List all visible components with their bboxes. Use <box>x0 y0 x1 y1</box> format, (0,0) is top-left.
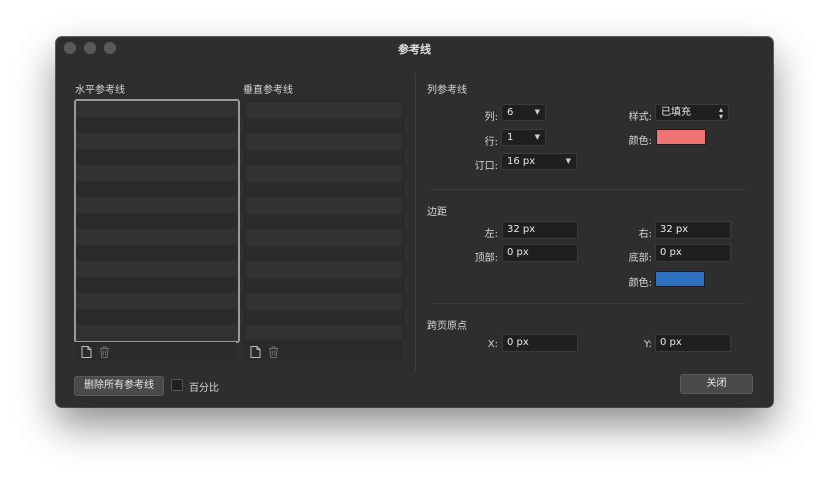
column-color-swatch[interactable] <box>656 129 706 145</box>
gutter-select[interactable]: 16 px ▼ <box>501 153 577 170</box>
chevron-down-icon: ▼ <box>534 108 540 116</box>
title-bar: 参考线 <box>56 37 773 59</box>
chevron-down-icon: ▼ <box>565 157 571 165</box>
gutter-label: 订口: <box>474 161 498 172</box>
spread-origin-section-label: 跨页原点 <box>427 321 467 332</box>
list-row <box>76 213 238 229</box>
list-row <box>76 165 238 181</box>
list-row <box>245 166 403 182</box>
list-row <box>245 182 403 198</box>
bottom-margin-field[interactable]: 0 px <box>655 244 731 262</box>
window-title: 参考线 <box>398 43 431 56</box>
percent-checkbox[interactable] <box>171 379 183 391</box>
list-row <box>76 181 238 197</box>
updown-chevron-icon: ▴ ▾ <box>718 105 723 121</box>
origin-x-label: X: <box>487 339 498 350</box>
origin-y-field[interactable]: 0 px <box>655 334 731 352</box>
right-margin-label: 右: <box>638 229 652 240</box>
list-row <box>245 262 403 278</box>
list-row <box>76 261 238 277</box>
list-row <box>76 229 238 245</box>
delete-all-guides-button[interactable]: 删除所有参考线 <box>74 376 164 396</box>
list-row <box>76 117 238 133</box>
list-row <box>245 310 403 326</box>
list-row <box>76 133 238 149</box>
vertical-guides-list[interactable] <box>244 101 404 341</box>
new-document-icon[interactable] <box>250 346 261 358</box>
list-row <box>76 197 238 213</box>
list-row <box>245 294 403 310</box>
section-divider-1 <box>431 189 745 190</box>
percent-label: 百分比 <box>189 383 219 394</box>
top-margin-label: 顶部: <box>474 253 498 264</box>
list-row <box>245 230 403 246</box>
style-label: 样式: <box>628 112 652 123</box>
guides-dialog: 参考线 水平参考线 垂直参考线 列参考线 列: 6 ▼ 行: 1 ▼ 订口: 1… <box>56 37 773 407</box>
top-margin-field[interactable]: 0 px <box>502 244 578 262</box>
chevron-down-icon: ▼ <box>534 133 540 141</box>
trash-icon[interactable] <box>268 346 279 358</box>
origin-y-label: Y: <box>643 339 652 350</box>
list-row <box>76 245 238 261</box>
close-button[interactable]: 关闭 <box>680 374 753 394</box>
column-color-label: 颜色: <box>628 136 652 147</box>
list-row <box>245 214 403 230</box>
horizontal-guides-toolbar <box>74 342 236 361</box>
list-row <box>245 198 403 214</box>
list-row <box>76 149 238 165</box>
list-row <box>245 278 403 294</box>
bottom-margin-label: 底部: <box>628 253 652 264</box>
columns-select[interactable]: 6 ▼ <box>501 104 546 121</box>
list-row <box>245 134 403 150</box>
origin-x-field[interactable]: 0 px <box>502 334 578 352</box>
left-margin-field[interactable]: 32 px <box>502 221 578 239</box>
vertical-guides-toolbar <box>244 342 402 361</box>
list-row <box>76 309 238 325</box>
horizontal-guides-label: 水平参考线 <box>75 85 125 96</box>
new-document-icon[interactable] <box>81 346 92 358</box>
list-row <box>245 102 403 118</box>
list-row <box>76 325 238 341</box>
vertical-guides-label: 垂直参考线 <box>243 85 293 96</box>
rows-label: 行: <box>484 137 498 148</box>
margins-section-label: 边距 <box>427 207 447 218</box>
list-row <box>245 326 403 340</box>
list-row <box>245 118 403 134</box>
column-guides-section-label: 列参考线 <box>427 85 467 96</box>
list-row <box>245 150 403 166</box>
trash-icon[interactable] <box>99 346 110 358</box>
left-margin-label: 左: <box>484 229 498 240</box>
style-select[interactable]: 已填充 ▴ ▾ <box>655 104 729 121</box>
list-row <box>76 293 238 309</box>
panel-separator <box>415 73 416 371</box>
margin-color-label: 颜色: <box>628 278 652 289</box>
horizontal-guides-list[interactable] <box>74 99 240 343</box>
section-divider-2 <box>434 303 745 304</box>
right-margin-field[interactable]: 32 px <box>655 221 731 239</box>
list-row <box>245 246 403 262</box>
list-row <box>76 101 238 117</box>
rows-select[interactable]: 1 ▼ <box>501 129 546 146</box>
margin-color-swatch[interactable] <box>655 271 705 287</box>
columns-label: 列: <box>484 112 498 123</box>
list-row <box>76 277 238 293</box>
